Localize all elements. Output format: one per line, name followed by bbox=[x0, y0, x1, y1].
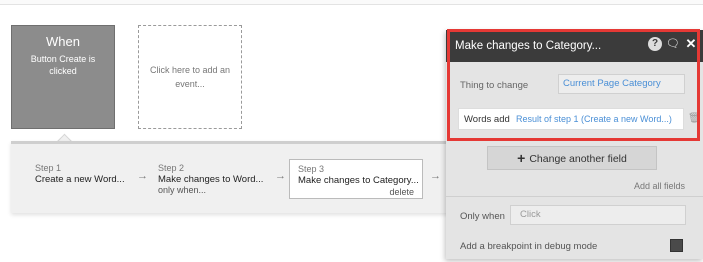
only-when-input[interactable]: Click bbox=[510, 205, 686, 225]
change-another-field-button[interactable]: + Change another field bbox=[487, 146, 657, 170]
step-1-name: Create a new Word... bbox=[35, 174, 125, 185]
plus-icon: + bbox=[517, 150, 526, 166]
field-row-words[interactable]: Words add Result of step 1 (Create a new… bbox=[458, 108, 684, 130]
step-2-number: Step 2 bbox=[158, 163, 185, 173]
step-1-number: Step 1 bbox=[35, 163, 62, 173]
event-card[interactable]: When Button Create is clicked bbox=[11, 25, 115, 129]
comment-icon[interactable]: 🗨 bbox=[666, 37, 680, 51]
close-icon[interactable]: ✕ bbox=[684, 37, 698, 51]
only-when-label: Only when bbox=[460, 211, 505, 222]
add-event-label: Click here to add an event... bbox=[149, 65, 231, 89]
event-title: When bbox=[46, 34, 80, 49]
step-3[interactable]: Step 3 Make changes to Category... delet… bbox=[289, 159, 423, 199]
step-3-delete-link[interactable]: delete bbox=[389, 187, 414, 197]
field-value[interactable]: Result of step 1 (Create a new Word...) bbox=[516, 114, 672, 124]
steps-bar: Step 1 Create a new Word... → Step 2 Mak… bbox=[11, 141, 451, 213]
add-all-fields-link[interactable]: Add all fields bbox=[634, 181, 685, 191]
help-icon[interactable]: ? bbox=[648, 37, 662, 51]
panel-title: Make changes to Category... bbox=[455, 40, 602, 52]
top-strip bbox=[0, 0, 703, 5]
event-description: Button Create is clicked bbox=[30, 54, 96, 76]
field-label: Words add bbox=[464, 114, 510, 125]
arrow-right-icon: → bbox=[137, 170, 148, 182]
arrow-right-icon: → bbox=[430, 170, 441, 182]
thing-to-change-label: Thing to change bbox=[460, 80, 529, 91]
thing-to-change-field[interactable]: Current Page Category bbox=[558, 74, 685, 94]
arrow-right-icon: → bbox=[275, 170, 286, 182]
debug-breakpoint-checkbox[interactable] bbox=[670, 239, 683, 252]
step-3-name: Make changes to Category... bbox=[298, 175, 419, 186]
step-2[interactable]: Step 2 Make changes to Word... only when… bbox=[158, 163, 263, 196]
divider bbox=[446, 196, 703, 197]
step-2-condition: only when... bbox=[158, 185, 207, 195]
panel-header[interactable]: Make changes to Category... ? 🗨 ✕ bbox=[446, 30, 703, 62]
debug-breakpoint-label: Add a breakpoint in debug mode bbox=[460, 241, 598, 252]
add-event-button[interactable]: Click here to add an event... bbox=[138, 25, 242, 129]
change-another-field-label: Change another field bbox=[529, 153, 627, 165]
step-3-number: Step 3 bbox=[298, 164, 325, 174]
property-editor-panel: Make changes to Category... ? 🗨 ✕ Thing … bbox=[446, 30, 703, 259]
trash-icon[interactable]: 🗑 bbox=[688, 113, 701, 124]
step-1[interactable]: Step 1 Create a new Word... bbox=[35, 163, 125, 185]
step-2-name: Make changes to Word... bbox=[158, 174, 264, 185]
